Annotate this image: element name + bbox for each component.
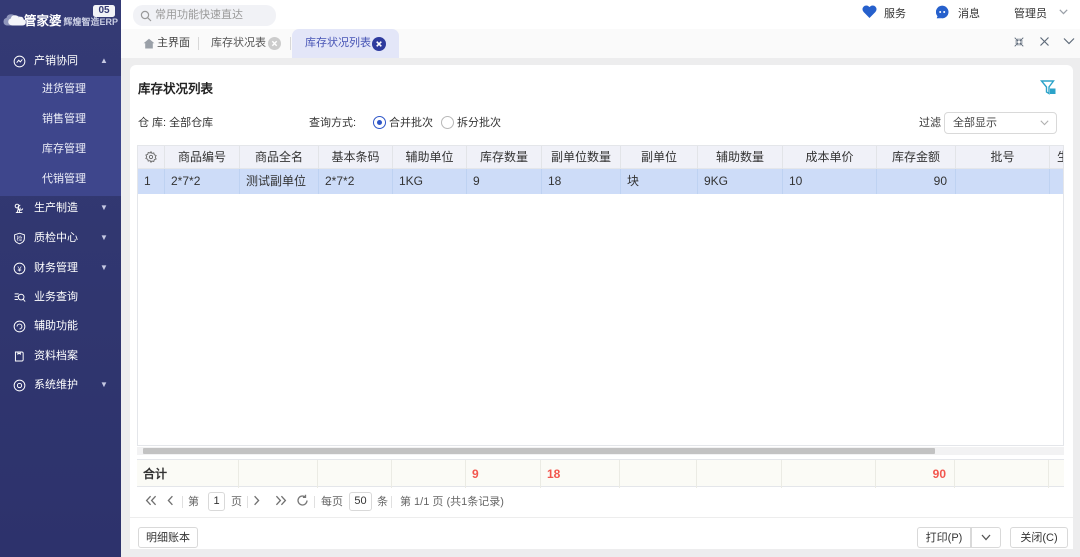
- svg-text:辉煌智造ERP: 辉煌智造ERP: [64, 16, 119, 27]
- svg-text:管家婆: 管家婆: [24, 13, 62, 28]
- svg-text:检: 检: [17, 234, 23, 242]
- svg-text:¥: ¥: [17, 264, 22, 273]
